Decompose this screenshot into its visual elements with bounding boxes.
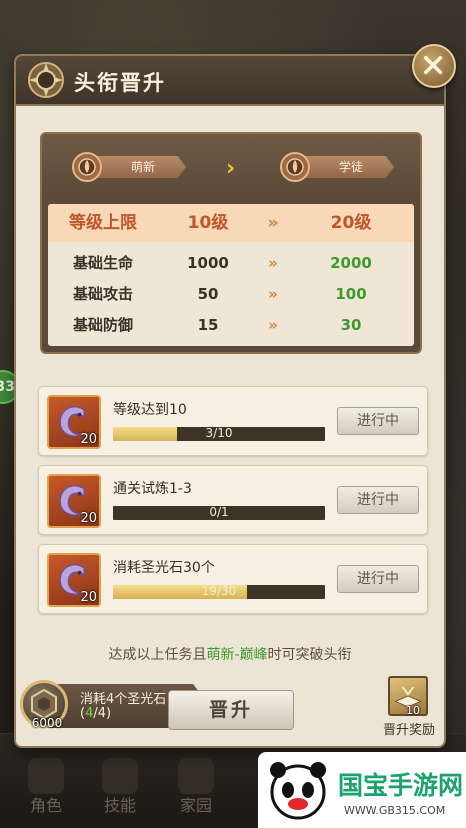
holy-stone-item-icon[interactable]: 20 <box>47 474 101 528</box>
stat-next: 20级 <box>330 213 372 233</box>
stat-row-hp: 基础生命 1000 » 2000 <box>48 246 414 280</box>
task-progress-bar: 19/30 <box>113 584 325 599</box>
progress-text: 3/10 <box>205 426 233 440</box>
stat-row-defense: 基础防御 15 » 30 <box>48 308 414 342</box>
next-rank-tag: 学徒 <box>278 152 396 182</box>
coin-amount: 6000 <box>31 716 63 730</box>
holy-stone-item-icon[interactable]: 20 <box>47 553 101 607</box>
task-status-button[interactable]: 进行中 <box>337 407 419 435</box>
double-chevron-icon: » <box>268 285 278 303</box>
task-progress-bar: 3/10 <box>113 426 325 441</box>
current-rank-tag: 萌新 <box>70 152 188 182</box>
stat-next: 100 <box>335 285 367 303</box>
progress-text: 0/1 <box>209 505 229 519</box>
bg-tab-character: 角色 <box>6 752 86 822</box>
hint-rank-highlight: 萌新-巅峰 <box>206 647 268 663</box>
item-count: 20 <box>80 511 97 526</box>
task-title: 等级达到10 <box>113 402 187 418</box>
stat-label: 等级上限 <box>69 213 137 233</box>
stat-current: 1000 <box>187 254 229 272</box>
promotion-hint: 达成以上任务且萌新-巅峰时可突破头衔 <box>108 647 352 663</box>
item-count: 20 <box>80 432 97 447</box>
title-promotion-dialog: 头衔晋升 萌新 › 学徒 等级上限 10级 » 20级 基础生命 1000 » … <box>16 56 444 746</box>
close-x-icon <box>424 56 443 75</box>
stat-label: 基础攻击 <box>72 285 133 303</box>
double-chevron-icon: » <box>268 254 278 272</box>
stat-current: 10级 <box>187 213 229 233</box>
rank-arrow-icon: › <box>226 156 236 181</box>
stat-row-level-cap: 等级上限 10级 » 20级 <box>48 204 414 242</box>
watermark-name: 国宝手游网 <box>338 771 464 800</box>
item-count: 20 <box>80 590 97 605</box>
stat-row-attack: 基础攻击 50 » 100 <box>48 277 414 311</box>
title-emblem-icon <box>28 62 64 98</box>
stat-next: 30 <box>340 316 362 334</box>
reward-count: 10 <box>406 704 420 717</box>
task-status-button[interactable]: 进行中 <box>337 486 419 514</box>
cost-label: 消耗4个圣光石 <box>80 692 167 707</box>
task-item: 20 消耗圣光石30个 19/30 进行中 <box>38 544 428 614</box>
watermark-url: WWW.GB315.COM <box>344 804 446 817</box>
stat-next: 2000 <box>330 254 372 272</box>
task-item: 20 通关试炼1-3 0/1 进行中 <box>38 465 428 535</box>
task-title: 消耗圣光石30个 <box>113 560 215 576</box>
promote-button[interactable]: 晋升 <box>168 690 294 730</box>
task-title: 通关试炼1-3 <box>113 481 192 497</box>
task-status-button[interactable]: 进行中 <box>337 565 419 593</box>
double-chevron-icon: » <box>268 316 278 334</box>
home-icon <box>178 758 214 794</box>
stats-table: 等级上限 10级 » 20级 基础生命 1000 » 2000 基础攻击 50 … <box>48 204 414 346</box>
stat-label: 基础生命 <box>72 254 133 272</box>
stat-current: 50 <box>197 285 219 303</box>
rank-change-bar: 萌新 › 学徒 <box>42 134 420 200</box>
bg-tab-skills: 技能 <box>80 752 160 822</box>
dialog-header: 头衔晋升 <box>16 56 444 106</box>
rank-stats-box: 萌新 › 学徒 等级上限 10级 » 20级 基础生命 1000 » 2000 … <box>40 132 422 354</box>
task-progress-bar: 0/1 <box>113 505 325 520</box>
cost-progress: (4/4) <box>80 706 112 721</box>
dialog-title: 头衔晋升 <box>74 71 166 95</box>
rank-emblem-icon <box>72 152 102 182</box>
holy-stone-item-icon[interactable]: 20 <box>47 395 101 449</box>
double-chevron-icon: » <box>267 213 279 233</box>
stat-current: 15 <box>197 316 219 334</box>
progress-text: 19/30 <box>201 584 237 598</box>
panda-logo-icon <box>270 762 326 820</box>
rank-emblem-icon <box>280 152 310 182</box>
task-item: 20 等级达到10 3/10 进行中 <box>38 386 428 456</box>
bg-tab-home: 家园 <box>156 752 236 822</box>
promotion-reward[interactable]: 10 晋升奖励 <box>376 676 442 740</box>
character-icon <box>28 758 64 794</box>
stat-label: 基础防御 <box>72 316 133 334</box>
close-button[interactable] <box>412 44 456 88</box>
site-watermark: 国宝手游网 WWW.GB315.COM <box>258 752 466 828</box>
skills-icon <box>102 758 138 794</box>
reward-label: 晋升奖励 <box>382 723 435 738</box>
